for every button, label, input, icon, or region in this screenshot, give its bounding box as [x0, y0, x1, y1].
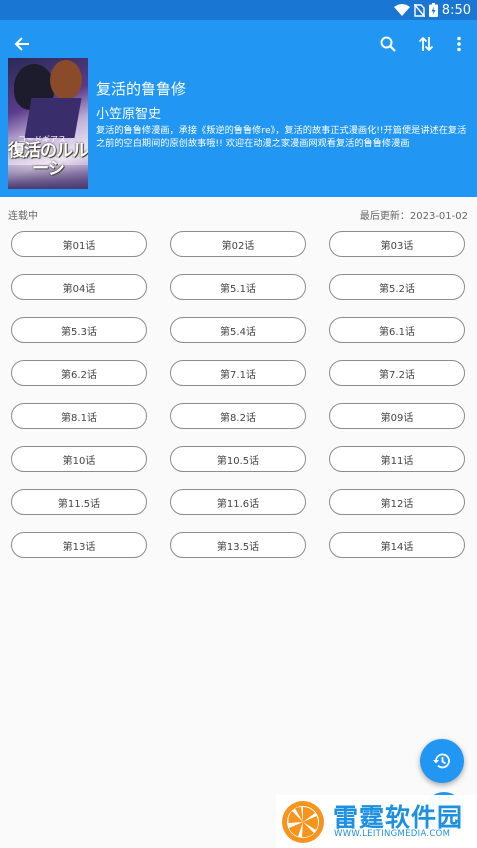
chapter-button[interactable]: 第5.1话 — [170, 274, 306, 300]
history-fab[interactable] — [420, 739, 464, 783]
chapter-button[interactable]: 第04话 — [11, 274, 147, 300]
status-icons: 8:50 — [393, 2, 471, 18]
chapter-button[interactable]: 第5.4话 — [170, 317, 306, 343]
chapter-button[interactable]: 第8.1话 — [11, 403, 147, 429]
chapter-button[interactable]: 第8.2话 — [170, 403, 306, 429]
orange-slice-logo-icon — [282, 801, 324, 843]
no-sim-icon — [413, 3, 425, 17]
chapter-button[interactable]: 第5.2话 — [329, 274, 465, 300]
chapter-button[interactable]: 第11.6话 — [170, 489, 306, 515]
chapter-button[interactable]: 第6.2话 — [11, 360, 147, 386]
watermark: 雷霆软件园 WWW.LEITINGMEDIA.COM — [276, 795, 477, 848]
cover-title: 復活のルルーシ — [8, 141, 88, 179]
chapter-button[interactable]: 第03话 — [329, 231, 465, 257]
battery-icon — [428, 3, 438, 17]
status-time: 8:50 — [441, 2, 471, 18]
manga-cover[interactable]: コードギアス 復活のルルーシ — [8, 58, 88, 189]
chapter-button[interactable]: 第11话 — [329, 446, 465, 472]
info-row: 连载中 最后更新：2023-01-02 — [0, 204, 477, 222]
chapter-button[interactable]: 第6.1话 — [329, 317, 465, 343]
arrow-left-icon — [14, 37, 29, 51]
chapter-button[interactable]: 第09话 — [329, 403, 465, 429]
chapter-button[interactable]: 第13.5话 — [170, 532, 306, 558]
chapter-button[interactable]: 第14话 — [329, 532, 465, 558]
chapter-button[interactable]: 第7.2话 — [329, 360, 465, 386]
manga-title: 复活的鲁鲁修 — [96, 80, 187, 98]
serial-status: 连载中 — [8, 211, 38, 222]
chapter-button[interactable]: 第11.5话 — [11, 489, 147, 515]
chapter-button[interactable]: 第10话 — [11, 446, 147, 472]
manga-author[interactable]: 小笠原智史 — [96, 103, 161, 122]
more-button[interactable] — [445, 30, 473, 58]
back-button[interactable] — [8, 30, 36, 58]
wifi-icon — [393, 4, 410, 16]
search-icon — [380, 36, 396, 52]
last-update: 最后更新：2023-01-02 — [359, 211, 468, 222]
cover-figure-hair — [50, 60, 82, 100]
more-vertical-icon — [457, 36, 461, 52]
chapter-button[interactable]: 第10.5话 — [170, 446, 306, 472]
history-icon — [433, 753, 450, 769]
sort-button[interactable] — [412, 30, 440, 58]
swap-vertical-icon — [418, 36, 434, 52]
search-button[interactable] — [374, 30, 402, 58]
watermark-url: WWW.LEITINGMEDIA.COM — [334, 829, 451, 839]
manga-description: 复活的鲁鲁修漫画，承接《叛逆的鲁鲁修re》，复活的故事正式漫画化!!开篇便是讲述… — [96, 125, 467, 149]
chapter-button[interactable]: 第13话 — [11, 532, 147, 558]
chapter-button[interactable]: 第01话 — [11, 231, 147, 257]
status-bar: 8:50 — [0, 0, 477, 20]
chapter-button[interactable]: 第12话 — [329, 489, 465, 515]
cover-figure-body — [24, 98, 82, 138]
chapter-button[interactable]: 第02话 — [170, 231, 306, 257]
chapter-button[interactable]: 第7.1话 — [170, 360, 306, 386]
chapter-button[interactable]: 第5.3话 — [11, 317, 147, 343]
